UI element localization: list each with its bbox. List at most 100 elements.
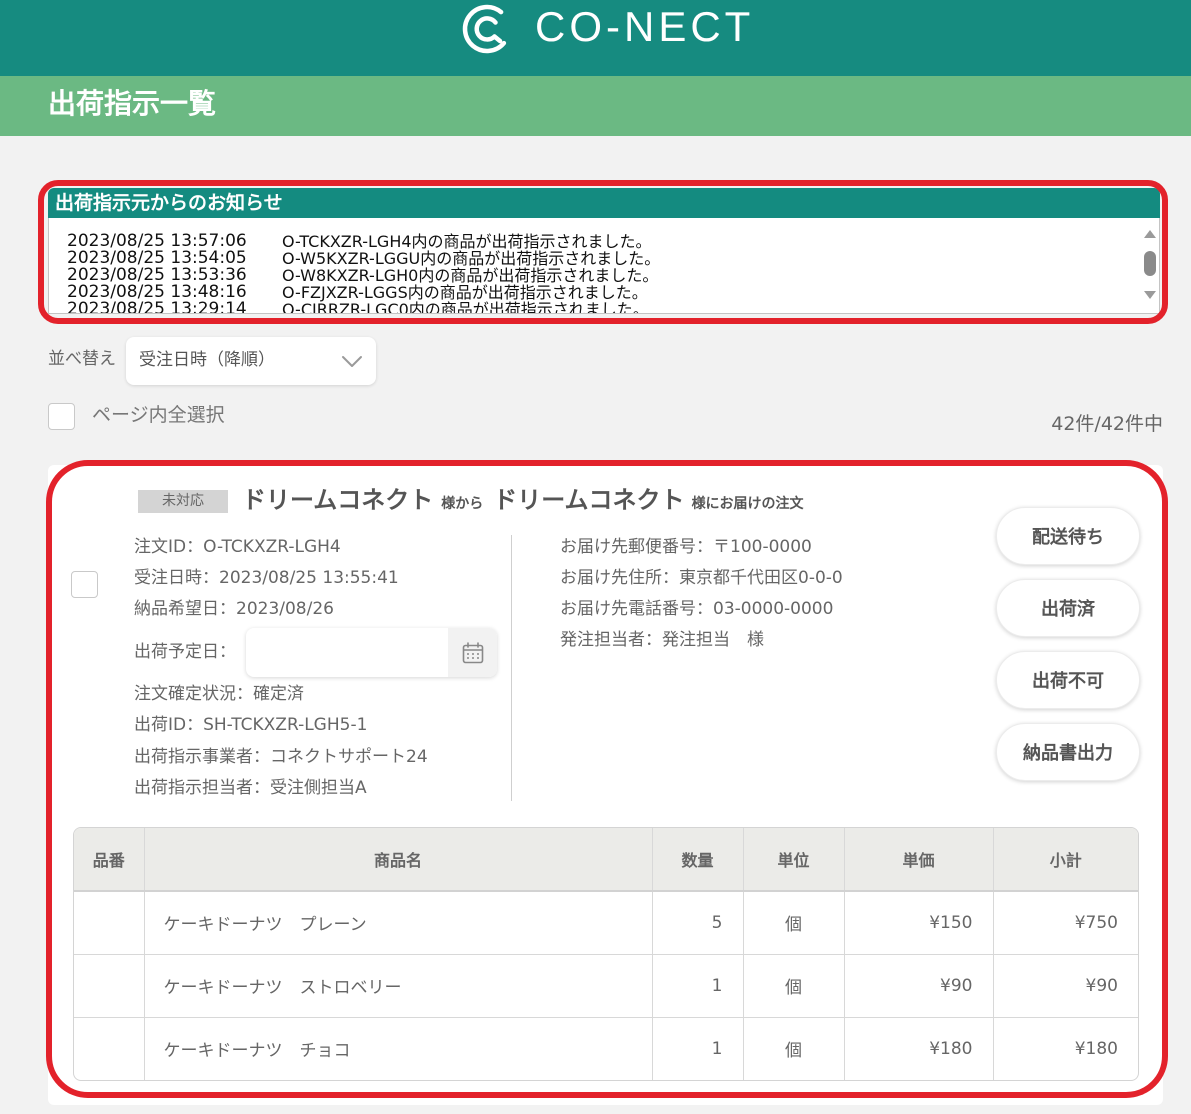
app-header: CO-NECT bbox=[0, 0, 1191, 76]
info-label: お届け先郵便番号： bbox=[560, 537, 713, 557]
table-row: ケーキドーナツ ストロベリー 1 個 ¥90 ¥90 bbox=[74, 954, 1138, 1018]
info-label: 納品希望日： bbox=[134, 599, 236, 619]
calendar-button[interactable] bbox=[448, 628, 497, 677]
cell-quantity: 5 bbox=[652, 891, 744, 955]
page: CO-NECT 出荷指示一覧 出荷指示元からのお知らせ 2023/08/25 1… bbox=[0, 0, 1191, 1114]
order-confirm-status: 注文確定状況：確定済 bbox=[134, 682, 304, 706]
cell-unit: 個 bbox=[743, 891, 845, 955]
info-value: コネクトサポート24 bbox=[270, 747, 428, 767]
notice-list[interactable]: 2023/08/25 13:57:06 O-TCKXZR-LGH4内の商品が出荷… bbox=[48, 218, 1160, 314]
info-value: 03-0000-0000 bbox=[713, 599, 834, 619]
info-label: 出荷ID： bbox=[134, 715, 204, 735]
result-count: 42件/42件中 bbox=[1051, 413, 1163, 435]
info-label: 出荷指示担当者： bbox=[134, 778, 270, 798]
notice-message: O-W8KXZR-LGH0内の商品が出荷指示されました。 bbox=[282, 266, 659, 285]
orderer-contact: 発注担当者：発注担当 様 bbox=[560, 628, 764, 652]
sender-name: ドリームコネクト bbox=[242, 486, 434, 514]
sender-suffix: 様から bbox=[441, 496, 484, 512]
notice-message: O-CJRRZR-LGC0内の商品が出荷指示されました。 bbox=[282, 300, 649, 314]
scrollbar-thumb[interactable] bbox=[1144, 251, 1156, 276]
sort-label: 並べ替え bbox=[48, 349, 116, 369]
requested-delivery-date: 納品希望日：2023/08/26 bbox=[134, 597, 334, 621]
notice-panel-title: 出荷指示元からのお知らせ bbox=[48, 188, 1160, 218]
shipped-button[interactable]: 出荷済 bbox=[996, 579, 1140, 637]
info-value: 確定済 bbox=[253, 684, 304, 704]
cell-product-code bbox=[74, 1017, 145, 1080]
brand-logo[interactable]: CO-NECT bbox=[460, 0, 755, 60]
column-header-subtotal: 小計 bbox=[993, 828, 1138, 892]
notice-scrollbar[interactable] bbox=[1142, 218, 1158, 312]
column-header-product-name: 商品名 bbox=[144, 828, 653, 892]
calendar-icon bbox=[462, 641, 483, 663]
scroll-down-arrow-icon[interactable] bbox=[1144, 291, 1156, 299]
cell-unit: 個 bbox=[743, 954, 845, 1018]
shipping-instructor-person: 出荷指示担当者：受注側担当A bbox=[134, 776, 367, 800]
select-all-checkbox[interactable] bbox=[48, 403, 75, 430]
cell-product-name: ケーキドーナツ ストロベリー bbox=[144, 954, 653, 1018]
notice-item[interactable]: 2023/08/25 13:29:14 O-CJRRZR-LGC0内の商品が出荷… bbox=[67, 301, 1159, 314]
cell-product-code bbox=[74, 891, 145, 955]
chevron-down-icon bbox=[342, 356, 362, 367]
cell-product-code bbox=[74, 954, 145, 1018]
order-datetime: 受注日時：2023/08/25 13:55:41 bbox=[134, 566, 399, 590]
scroll-up-arrow-icon[interactable] bbox=[1144, 230, 1156, 238]
cell-unit-price: ¥150 bbox=[844, 891, 994, 955]
ship-date-label: 出荷予定日： bbox=[134, 642, 236, 662]
cannot-ship-button[interactable]: 出荷不可 bbox=[996, 651, 1140, 709]
page-title: 出荷指示一覧 bbox=[48, 87, 217, 120]
info-label: 注文確定状況： bbox=[134, 684, 253, 704]
cell-product-name: ケーキドーナツ プレーン bbox=[144, 891, 653, 955]
info-value: 2023/08/26 bbox=[236, 599, 334, 619]
sort-select[interactable]: 受注日時（降順） bbox=[126, 337, 376, 385]
notice-message: O-TCKXZR-LGH4内の商品が出荷指示されました。 bbox=[282, 232, 652, 251]
info-value: 東京都千代田区0-0-0 bbox=[679, 568, 843, 588]
notice-message: O-W5KXZR-LGGU内の商品が出荷指示されました。 bbox=[282, 249, 661, 268]
column-header-product-code: 品番 bbox=[74, 828, 145, 892]
info-value: 受注側担当A bbox=[270, 778, 367, 798]
cell-unit-price: ¥90 bbox=[844, 954, 994, 1018]
info-label: お届け先住所： bbox=[560, 568, 679, 588]
status-badge: 未対応 bbox=[138, 490, 228, 513]
cell-unit-price: ¥180 bbox=[844, 1017, 994, 1080]
cell-subtotal: ¥180 bbox=[1074, 1038, 1118, 1059]
cell-quantity: 1 bbox=[652, 954, 744, 1018]
page-title-bar: 出荷指示一覧 bbox=[0, 76, 1191, 136]
info-label: 注文ID： bbox=[134, 537, 204, 557]
notice-datetime: 2023/08/25 13:29:14 bbox=[67, 299, 247, 314]
column-header-quantity: 数量 bbox=[652, 828, 744, 892]
awaiting-delivery-button[interactable]: 配送待ち bbox=[996, 507, 1140, 565]
ship-date-input[interactable] bbox=[246, 628, 448, 677]
delivery-address: お届け先住所：東京都千代田区0-0-0 bbox=[560, 566, 843, 590]
info-label: お届け先電話番号： bbox=[560, 599, 713, 619]
shipment-id: 出荷ID：SH-TCKXZR-LGH5-1 bbox=[134, 713, 367, 737]
order-title: ドリームコネクト 様から ドリームコネクト 様にお届けの注文 bbox=[242, 485, 804, 515]
column-header-unit-price: 単価 bbox=[844, 828, 994, 892]
column-divider bbox=[511, 535, 512, 801]
notice-panel: 出荷指示元からのお知らせ 2023/08/25 13:57:06 O-TCKXZ… bbox=[48, 188, 1160, 314]
table-row: ケーキドーナツ プレーン 5 個 ¥150 ¥750 bbox=[74, 891, 1138, 955]
info-label: 受注日時： bbox=[134, 568, 219, 588]
print-delivery-slip-button[interactable]: 納品書出力 bbox=[996, 723, 1140, 781]
conect-logo-icon bbox=[462, 4, 507, 54]
order-id: 注文ID：O-TCKXZR-LGH4 bbox=[134, 535, 341, 559]
info-value: 〒100-0000 bbox=[713, 537, 812, 557]
recipient-suffix: 様にお届けの注文 bbox=[691, 496, 804, 512]
order-select-checkbox[interactable] bbox=[71, 571, 98, 598]
cell-quantity: 1 bbox=[652, 1017, 744, 1080]
select-all-label[interactable]: ページ内全選択 bbox=[92, 403, 225, 427]
sort-selected-value: 受注日時（降順） bbox=[139, 350, 275, 370]
delivery-postal-code: お届け先郵便番号：〒100-0000 bbox=[560, 535, 812, 559]
cell-subtotal: ¥750 bbox=[993, 891, 1138, 955]
ship-date-field bbox=[246, 628, 497, 677]
recipient-name: ドリームコネクト bbox=[493, 486, 685, 514]
info-value: 2023/08/25 13:55:41 bbox=[219, 568, 399, 588]
brand-name: CO-NECT bbox=[535, 3, 755, 50]
notice-message: O-FZJXZR-LGGS内の商品が出荷指示されました。 bbox=[282, 283, 648, 302]
column-header-unit: 単位 bbox=[743, 828, 845, 892]
table-row: ケーキドーナツ チョコ 1 個 ¥180 ¥180 bbox=[74, 1017, 1138, 1080]
info-value: O-TCKXZR-LGH4 bbox=[203, 537, 341, 557]
table-header-row: 品番 商品名 数量 単位 単価 小計 bbox=[74, 828, 1138, 892]
shipping-instructor-company: 出荷指示事業者：コネクトサポート24 bbox=[134, 745, 428, 769]
order-card: 未対応 ドリームコネクト 様から ドリームコネクト 様にお届けの注文 注文ID：… bbox=[48, 465, 1163, 1105]
info-value: 発注担当 様 bbox=[662, 630, 764, 650]
